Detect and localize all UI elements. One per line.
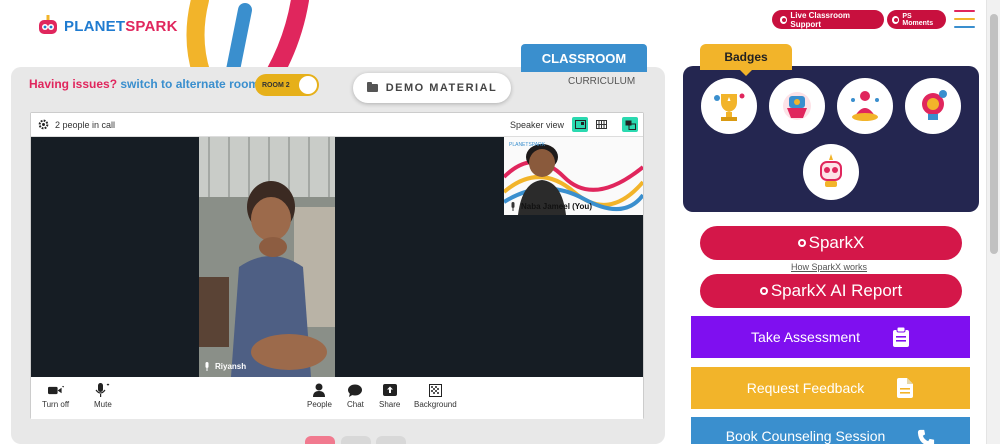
page-scrollbar[interactable] <box>986 0 1000 444</box>
child-video-image <box>199 137 335 377</box>
robot-logo-icon <box>39 15 57 34</box>
sparkx-ai-report-button[interactable]: SparkX AI Report <box>700 274 962 308</box>
main-participant-tag: Riyansh <box>204 362 246 371</box>
microphone-icon <box>95 383 110 397</box>
trophy-badge-icon[interactable] <box>701 78 757 134</box>
video-stage: Riyansh PLANETSPARK Naba Jameel (You) <box>31 137 643 377</box>
live-classroom-support-button[interactable]: Live Classroom Support <box>772 10 884 29</box>
mute-label: Mute <box>94 400 112 409</box>
book-counseling-label: Book Counseling Session <box>725 428 886 444</box>
gear-icon[interactable] <box>38 119 49 130</box>
sparkx-report-icon <box>759 287 768 295</box>
toggle-knob <box>299 76 317 94</box>
take-assessment-button[interactable]: Take Assessment <box>691 316 970 358</box>
how-sparkx-works-link[interactable]: How SparkX works <box>791 262 867 272</box>
people-button[interactable]: People <box>307 383 332 409</box>
logo-text-planet: PLANET <box>64 17 126 35</box>
robot-badge-icon[interactable] <box>803 144 859 200</box>
live-support-label: Live Classroom Support <box>790 10 850 29</box>
share-icon <box>382 384 397 396</box>
folder-icon <box>366 82 378 92</box>
clipboard-icon <box>892 327 909 347</box>
people-count: 2 people in call <box>55 120 116 130</box>
chat-label: Chat <box>347 400 364 409</box>
share-label: Share <box>379 400 401 409</box>
video-call-window: 2 people in call Speaker view Riyansh PL… <box>30 112 644 419</box>
bottom-control-red[interactable] <box>305 436 335 444</box>
camera-toggle-label: Turn off <box>42 400 70 409</box>
sparkx-button[interactable]: SparkX <box>700 226 962 260</box>
chat-button[interactable]: Chat <box>347 383 364 409</box>
badges-panel <box>683 66 979 212</box>
background-label: Background <box>414 400 457 409</box>
bottom-control-grey-2[interactable] <box>376 436 406 444</box>
call-toolbar: 2 people in call Speaker view <box>31 113 643 137</box>
main-video-feed: Riyansh <box>199 137 335 377</box>
demo-material-button[interactable]: DEMO MATERIAL <box>353 73 511 103</box>
menu-icon[interactable] <box>954 10 975 28</box>
lightbulb-badge-icon[interactable] <box>905 78 961 134</box>
tab-curriculum[interactable]: CURRICULUM <box>568 76 635 87</box>
room-toggle-label: ROOM 2 <box>262 81 290 89</box>
sparkx-label: SparkX <box>808 233 865 252</box>
request-feedback-label: Request Feedback <box>746 380 865 396</box>
meditation-badge-icon[interactable] <box>837 78 893 134</box>
book-counseling-button[interactable]: Book Counseling Session <box>691 417 970 444</box>
sparkx-report-label: SparkX AI Report <box>770 281 903 300</box>
grid-view-icon[interactable] <box>593 117 609 132</box>
scrollbar-thumb[interactable] <box>990 14 998 254</box>
background-button[interactable]: Background <box>414 383 457 409</box>
popout-icon[interactable] <box>622 117 638 132</box>
support-icon <box>780 15 788 24</box>
share-button[interactable]: Share <box>379 383 400 409</box>
main-participant-name: Riyansh <box>215 362 247 371</box>
svg-text:PLANETSPARK: PLANETSPARK <box>509 142 546 148</box>
camera-icon <box>47 385 64 394</box>
person-icon <box>313 383 326 397</box>
ps-moments-label: PS Moments <box>902 12 934 27</box>
view-mode-label: Speaker view <box>510 120 565 130</box>
hands-badge-icon[interactable] <box>769 78 825 134</box>
self-participant-name: Naba Jameel (You) <box>521 202 592 211</box>
microphone-icon <box>511 202 515 211</box>
logo-text-spark: SPARK <box>125 17 178 35</box>
people-label: People <box>307 400 332 409</box>
take-assessment-label: Take Assessment <box>751 329 860 345</box>
bottom-control-grey[interactable] <box>341 436 371 444</box>
document-icon <box>897 378 914 398</box>
camera-toggle-button[interactable]: Turn off <box>42 383 69 409</box>
issues-text: Having issues? <box>29 77 118 91</box>
chat-icon <box>348 384 363 397</box>
mute-button[interactable]: Mute <box>94 383 112 409</box>
logo-text: PLANETSPARK <box>64 18 178 35</box>
request-feedback-button[interactable]: Request Feedback <box>691 367 970 409</box>
phone-icon <box>918 429 935 444</box>
microphone-icon <box>205 362 209 371</box>
badges-title: Badges <box>700 44 792 76</box>
self-participant-tag: Naba Jameel (You) <box>510 202 592 211</box>
tab-classroom[interactable]: CLASSROOM <box>521 44 647 72</box>
background-icon <box>428 383 442 397</box>
demo-material-label: DEMO MATERIAL <box>385 82 498 94</box>
sparkx-icon <box>797 239 806 247</box>
issues-message: Having issues? switch to alternate room <box>29 77 259 91</box>
call-controls: Turn off Mute People Chat Share Backgrou… <box>31 377 643 419</box>
room-toggle[interactable]: ROOM 2 <box>255 74 319 96</box>
self-video-thumbnail[interactable]: PLANETSPARK Naba Jameel (You) <box>504 137 643 215</box>
planetspark-logo[interactable]: PLANETSPARK <box>36 14 178 38</box>
moments-icon <box>892 15 900 24</box>
switch-room-link[interactable]: switch to alternate room <box>120 77 259 91</box>
ps-moments-button[interactable]: PS Moments <box>887 10 946 29</box>
speaker-view-icon[interactable] <box>572 117 588 132</box>
